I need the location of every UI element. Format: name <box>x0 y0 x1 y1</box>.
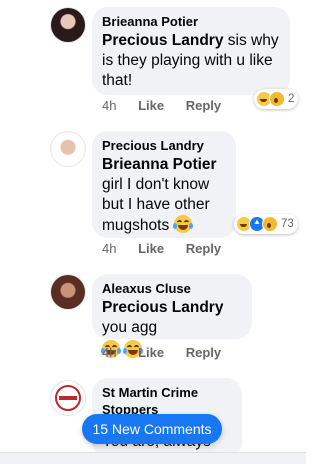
comment-text: Precious Landry you agg <box>102 298 242 338</box>
reaction-summary[interactable]: 73 <box>234 214 298 234</box>
avatar[interactable] <box>50 131 86 167</box>
comment-author[interactable]: Brieanna Potier <box>102 13 280 30</box>
comment-bubble: Aleaxus Cluse Precious Landry you agg <box>92 274 252 358</box>
comment-text: Precious Landry sis why is they playing … <box>102 31 280 91</box>
like-button[interactable]: Like <box>138 345 164 360</box>
comment-author[interactable]: St Martin Crime Stoppers <box>102 384 232 418</box>
new-comments-button[interactable]: 15 New Comments <box>82 414 222 444</box>
wow-icon <box>269 91 285 107</box>
comment-bubble: Precious Landry Brieanna Potier girl I d… <box>92 131 236 238</box>
page-logo-avatar[interactable] <box>50 380 86 416</box>
crying-laughing-emoji-icon <box>172 215 193 233</box>
comment-composer-bar[interactable] <box>0 452 306 464</box>
reaction-count: 73 <box>281 218 294 230</box>
comment-body: you agg <box>102 319 158 336</box>
comment-actions: 4h Like Reply <box>102 241 239 256</box>
avatar[interactable] <box>50 274 86 310</box>
comment-text: Brieanna Potier girl I don't know but I … <box>102 155 226 236</box>
reaction-summary[interactable]: 2 <box>254 89 299 109</box>
comment-author[interactable]: Precious Landry <box>102 137 226 154</box>
reply-button[interactable]: Reply <box>186 241 221 256</box>
timestamp[interactable]: 4h <box>102 98 116 113</box>
comment-actions: 4h Like Reply <box>102 98 239 113</box>
comment-bubble: Brieanna Potier Precious Landry sis why … <box>92 7 290 95</box>
reaction-count: 2 <box>288 93 295 105</box>
avatar[interactable] <box>50 7 86 43</box>
reply-button[interactable]: Reply <box>186 345 221 360</box>
crime-stoppers-logo-icon <box>55 385 81 411</box>
mention-link[interactable]: Brieanna Potier <box>102 156 217 173</box>
like-button[interactable]: Like <box>138 241 164 256</box>
reply-button[interactable]: Reply <box>186 98 221 113</box>
like-button[interactable]: Like <box>138 98 164 113</box>
wow-icon <box>262 216 278 232</box>
mention-link[interactable]: Precious Landry <box>102 299 223 316</box>
mention-link[interactable]: Precious Landry <box>102 32 223 49</box>
timestamp[interactable]: 4h <box>102 345 116 360</box>
comment-author[interactable]: Aleaxus Cluse <box>102 280 242 297</box>
timestamp[interactable]: 4h <box>102 241 116 256</box>
comment-body: girl I don't know but I have other mugsh… <box>102 176 210 234</box>
comment-actions: 4h Like Reply <box>102 345 239 360</box>
